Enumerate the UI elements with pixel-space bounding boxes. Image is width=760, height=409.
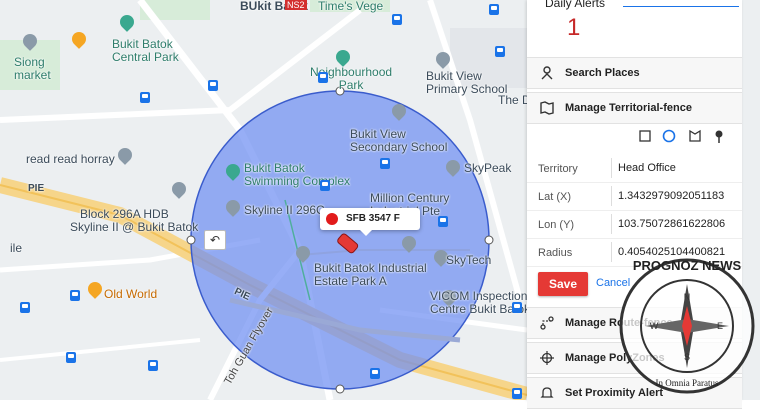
search-places-section[interactable]: Search Places <box>527 57 742 89</box>
map-label: SkyPeak <box>464 161 512 175</box>
daily-alerts-card[interactable]: Daily Alerts 1 <box>527 0 742 50</box>
section-label: Manage Territorial-fence <box>565 102 692 114</box>
compass-seal-icon: N S E W PROGNOZ NEWS In Omnia Paratus <box>619 258 755 394</box>
lon-input[interactable]: 103.75072861622806 <box>611 214 744 234</box>
territory-input[interactable]: Head Office <box>611 158 744 178</box>
map-label: Bukit View Primary School <box>426 69 508 96</box>
bus-stop-icon <box>208 80 218 91</box>
section-label: Search Places <box>565 67 640 79</box>
compass-n: N <box>684 292 691 302</box>
route-icon <box>540 316 554 330</box>
daily-alerts-title: Daily Alerts <box>545 0 606 10</box>
polygon-tool-icon[interactable] <box>687 128 703 144</box>
person-pin-icon <box>541 66 553 80</box>
lat-label: Lat (X) <box>538 191 572 203</box>
territory-label: Territory <box>538 163 578 175</box>
map-label: Bukit Batok Industrial Estate Park A <box>314 261 427 288</box>
lon-row: Lon (Y) 103.75072861622806 <box>527 210 742 239</box>
lon-label: Lon (Y) <box>538 219 575 231</box>
manage-territorial-fence-section[interactable]: Manage Territorial-fence <box>527 92 742 124</box>
compass-e: E <box>717 321 723 331</box>
lat-input[interactable]: 1.3432979092051183 <box>611 186 744 206</box>
bus-stop-icon <box>489 4 499 15</box>
bus-stop-icon <box>380 158 390 169</box>
daily-alerts-count: 1 <box>567 14 581 41</box>
watermark-motto: In Omnia Paratus <box>656 378 719 388</box>
fence-handle[interactable] <box>484 235 494 245</box>
map-label: Bukit Batok Swimming Complex <box>244 161 350 188</box>
fence-handle[interactable] <box>335 384 345 394</box>
undo-button[interactable]: ↶ <box>204 230 226 250</box>
bus-stop-icon <box>512 302 522 313</box>
bus-stop-icon <box>512 388 522 399</box>
map-label: Siong market <box>14 55 51 82</box>
map-label: Bukit View Secondary School <box>350 127 448 154</box>
bus-stop-icon <box>320 180 330 191</box>
shape-toolbar <box>527 123 742 151</box>
map-label: read read horray <box>26 152 115 166</box>
compass-s: S <box>684 352 690 362</box>
map-label: The D <box>498 93 531 107</box>
bus-stop-icon <box>392 14 402 25</box>
undo-icon: ↶ <box>209 233 221 247</box>
save-button[interactable]: Save <box>538 272 588 296</box>
circle-tool-icon[interactable] <box>661 128 677 144</box>
bus-stop-icon <box>495 46 505 57</box>
watermark-brand: PROGNOZ NEWS <box>633 258 742 273</box>
radius-label: Radius <box>538 247 573 259</box>
bell-icon <box>540 387 554 398</box>
map-label: Bukit Batok Central Park <box>112 37 179 64</box>
map-label: SkyTech <box>446 253 492 267</box>
bus-stop-icon <box>20 302 30 313</box>
territory-row: Territory Head Office <box>527 154 742 183</box>
compass-w: W <box>650 321 659 331</box>
vehicle-plate: SFB 3547 F <box>346 213 400 224</box>
bus-stop-icon <box>66 352 76 363</box>
map-label: Skyline II 296C <box>244 203 325 217</box>
bus-stop-icon <box>140 92 150 103</box>
bus-stop-icon <box>438 216 448 227</box>
bus-stop-icon <box>70 290 80 301</box>
mrt-badge: NS2 <box>285 0 307 10</box>
vehicle-label-popup[interactable]: SFB 3547 F <box>320 208 420 236</box>
panel-link[interactable] <box>623 0 739 7</box>
map-label: Time's Vege <box>318 0 384 13</box>
pin-tool-icon[interactable] <box>711 128 727 144</box>
bus-stop-icon <box>318 72 328 83</box>
status-dot-icon <box>326 213 338 225</box>
map-label: ile <box>10 241 23 255</box>
lat-row: Lat (X) 1.3432979092051183 <box>527 182 742 211</box>
map-fence-icon <box>540 101 554 115</box>
map-label: Old World <box>104 287 158 301</box>
bus-stop-icon <box>370 368 380 379</box>
watermark-logo: N S E W PROGNOZ NEWS In Omnia Paratus <box>616 248 758 398</box>
rectangle-tool-icon[interactable] <box>637 128 653 144</box>
fence-handle[interactable] <box>186 235 196 245</box>
road <box>0 338 201 362</box>
map-label: Skyline II @ Bukit Batok <box>70 220 199 234</box>
crosshair-icon <box>540 351 554 365</box>
bus-stop-icon <box>148 360 158 371</box>
road-label: PIE <box>28 183 45 194</box>
